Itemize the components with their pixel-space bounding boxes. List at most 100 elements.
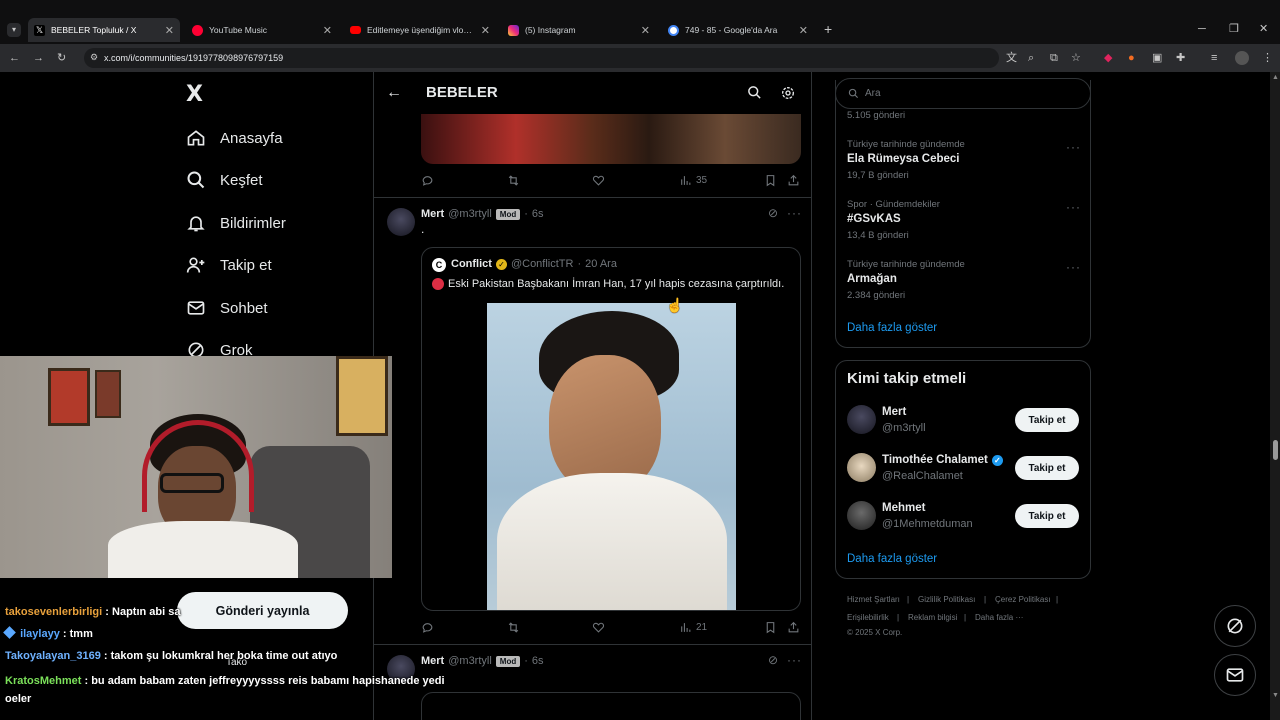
quoted-image[interactable]: [487, 303, 736, 610]
author-avatar[interactable]: [387, 208, 415, 236]
search-icon: [187, 171, 205, 189]
more-options-icon[interactable]: ···: [1066, 260, 1081, 274]
extensions-puzzle-icon[interactable]: ✚: [1176, 51, 1185, 65]
repost-button[interactable]: [507, 174, 520, 187]
x-logo-icon[interactable]: X: [186, 82, 203, 107]
tab-bebeler[interactable]: 𝕏 BEBELER Topluluk / X ✕: [28, 18, 180, 42]
views-button[interactable]: 21: [679, 621, 707, 634]
quoted-author-avatar: C: [432, 258, 446, 272]
more-options-icon[interactable]: ···: [1066, 140, 1081, 154]
scroll-up-icon[interactable]: ▲: [1272, 74, 1279, 81]
install-app-icon[interactable]: ⧉: [1050, 51, 1058, 65]
post-time[interactable]: 6s: [532, 208, 544, 220]
follow-button[interactable]: Takip et: [1015, 504, 1079, 528]
nav-label: Sohbet: [220, 299, 268, 317]
trend-name: #GSvKAS: [847, 213, 901, 225]
close-icon[interactable]: ✕: [323, 24, 332, 37]
back-arrow-icon[interactable]: ←: [386, 84, 402, 102]
close-icon[interactable]: ✕: [799, 24, 808, 37]
address-bar[interactable]: ⚙ x.com/i/communities/191977809897679715…: [84, 48, 999, 68]
author-handle[interactable]: @m3rtyll: [448, 208, 492, 220]
author-name[interactable]: Mert: [421, 655, 444, 667]
zoom-icon[interactable]: ⌕: [1028, 51, 1034, 65]
quoted-post[interactable]: C Conflict ✓ @ConflictTR · 20 Ara Eski P…: [421, 247, 801, 611]
close-icon[interactable]: ✕: [165, 24, 174, 37]
tab-youtube-vlog[interactable]: Editlemeye üşendiğim vlog - Yo ✕: [344, 18, 496, 42]
user-avatar[interactable]: [847, 501, 876, 530]
nav-notifications[interactable]: Bildirimler: [186, 213, 286, 233]
restore-icon[interactable]: ❐: [1229, 22, 1239, 36]
nav-follow[interactable]: Takip et: [186, 255, 272, 275]
more-options-icon[interactable]: ···: [787, 206, 802, 220]
like-button[interactable]: [592, 621, 605, 634]
close-icon[interactable]: ✕: [641, 24, 650, 37]
follow-button[interactable]: Takip et: [1015, 456, 1079, 480]
bookmark-star-icon[interactable]: ☆: [1071, 51, 1081, 65]
who-to-follow-show-more[interactable]: Daha fazla göster: [847, 553, 937, 565]
bookmark-button[interactable]: [764, 621, 777, 634]
tab-instagram[interactable]: (5) Instagram ✕: [502, 18, 656, 42]
previous-post-image[interactable]: [421, 114, 801, 164]
close-icon[interactable]: ✕: [481, 24, 490, 37]
reply-button[interactable]: [421, 621, 434, 634]
footer-link[interactable]: Gizlilik Politikası: [918, 595, 975, 604]
site-info-icon[interactable]: ⚙: [90, 52, 98, 63]
forward-arrow-icon[interactable]: →: [33, 51, 44, 65]
messages-fab-button[interactable]: [1214, 654, 1256, 696]
translate-icon[interactable]: 文: [1006, 51, 1017, 65]
new-tab-button[interactable]: +: [824, 22, 832, 36]
grok-icon[interactable]: ⊘: [768, 653, 778, 667]
reply-button[interactable]: [421, 174, 434, 187]
footer-link[interactable]: Daha fazla ···: [975, 613, 1023, 622]
tab-youtube-music[interactable]: YouTube Music ✕: [186, 18, 338, 42]
chat-text: tmm: [69, 628, 93, 640]
close-window-icon[interactable]: ✕: [1259, 22, 1268, 36]
tab-google[interactable]: 749 - 85 - Google'da Ara ✕: [662, 18, 814, 42]
more-options-icon[interactable]: ···: [787, 653, 802, 667]
author-name[interactable]: Mert: [421, 208, 444, 220]
page-scrollbar[interactable]: ▲ ▼: [1270, 72, 1280, 720]
next-quoted-post[interactable]: [421, 692, 801, 720]
footer-link[interactable]: Reklam bilgisi: [908, 613, 957, 622]
nav-home[interactable]: Anasayfa: [186, 128, 283, 148]
repost-icon: [508, 622, 519, 633]
trends-show-more[interactable]: Daha fazla göster: [847, 322, 937, 334]
user-avatar[interactable]: [847, 405, 876, 434]
user-avatar[interactable]: [847, 453, 876, 482]
reload-icon[interactable]: ↻: [57, 51, 66, 65]
media-queue-icon[interactable]: ≡: [1211, 51, 1217, 65]
gear-icon[interactable]: [780, 85, 796, 101]
follow-button[interactable]: Takip et: [1015, 408, 1079, 432]
author-handle[interactable]: @m3rtyll: [448, 655, 492, 667]
post-button[interactable]: Gönderi yayınla: [177, 592, 348, 629]
minimize-icon[interactable]: ─: [1198, 22, 1206, 36]
footer-link[interactable]: Çerez Politikası: [995, 595, 1051, 604]
more-options-icon[interactable]: ···: [1066, 200, 1081, 214]
scrollbar-thumb[interactable]: [1273, 440, 1278, 460]
profile-avatar[interactable]: [1235, 51, 1249, 65]
post-time[interactable]: 6s: [532, 655, 544, 667]
bookmark-button[interactable]: [764, 174, 777, 187]
grok-fab-button[interactable]: [1214, 605, 1256, 647]
back-arrow-icon[interactable]: ←: [9, 51, 20, 65]
extension-orange-icon[interactable]: ●: [1128, 51, 1135, 65]
scroll-down-icon[interactable]: ▼: [1272, 692, 1279, 699]
post-divider: [374, 644, 811, 645]
tab-list-chevron-icon[interactable]: ▾: [7, 23, 21, 37]
share-button[interactable]: [787, 621, 800, 634]
nav-explore[interactable]: Keşfet: [186, 170, 263, 190]
footer-link[interactable]: Hizmet Şartları: [847, 595, 900, 604]
extension-grey-icon[interactable]: ▣: [1152, 51, 1162, 65]
grok-icon[interactable]: ⊘: [768, 206, 778, 220]
views-button[interactable]: 35: [679, 174, 707, 187]
search-icon[interactable]: [747, 85, 762, 100]
repost-button[interactable]: [507, 621, 520, 634]
footer-link[interactable]: Erişilebilirlik: [847, 613, 889, 622]
extension-red-icon[interactable]: ◆: [1104, 51, 1112, 65]
share-button[interactable]: [787, 174, 800, 187]
browser-menu-icon[interactable]: ⋮: [1262, 51, 1273, 65]
nav-chat[interactable]: Sohbet: [186, 298, 268, 318]
mod-badge: Mod: [495, 655, 521, 667]
views-count: 21: [696, 622, 708, 633]
like-button[interactable]: [592, 174, 605, 187]
